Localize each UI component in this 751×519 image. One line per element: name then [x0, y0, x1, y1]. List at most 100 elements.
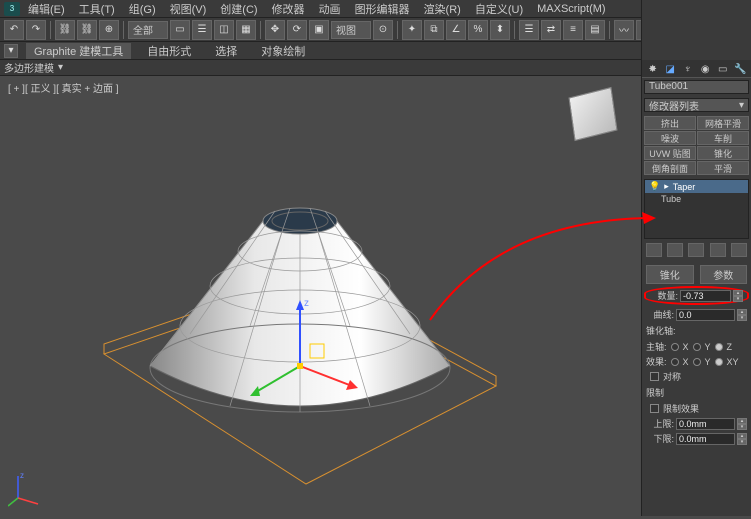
command-panel-tabs: ✸ ◪ ♆ ◉ ▭ 🔧 [642, 60, 751, 78]
amount-spinner[interactable]: -0.73 [680, 290, 731, 302]
show-end-button[interactable] [667, 243, 683, 257]
btn-bevel[interactable]: 倒角剖面 [644, 161, 696, 175]
viewcube[interactable] [565, 88, 621, 144]
menu-edit[interactable]: 编辑(E) [22, 1, 71, 17]
object-name-field[interactable]: Tube001 [644, 80, 749, 94]
curve-editor-button[interactable]: 〰 [614, 20, 634, 40]
tab-object-paint[interactable]: 对象绘制 [253, 43, 313, 59]
configure-button[interactable] [731, 243, 747, 257]
effect-xy-radio[interactable] [715, 358, 723, 366]
display-tab-icon[interactable]: ▭ [716, 62, 730, 76]
layers-button[interactable]: ▤ [585, 20, 605, 40]
window-crossing-button[interactable]: ▦ [236, 20, 256, 40]
utilities-tab-icon[interactable]: 🔧 [733, 62, 747, 76]
btn-smooth[interactable]: 平滑 [697, 161, 749, 175]
select-name-button[interactable]: ☰ [192, 20, 212, 40]
snap-button[interactable]: ⧉ [424, 20, 444, 40]
menu-maxscript[interactable]: MAXScript(M) [531, 3, 611, 15]
lower-spinner[interactable]: 0.0mm [676, 433, 735, 445]
mirror-button[interactable]: ⇄ [541, 20, 561, 40]
menu-group[interactable]: 组(G) [123, 1, 162, 17]
menu-modifiers[interactable]: 修改器 [266, 1, 311, 17]
curve-label: 曲线: [646, 308, 674, 321]
effect-x-radio[interactable] [671, 358, 679, 366]
btn-taper[interactable]: 锥化 [697, 146, 749, 160]
angle-snap-button[interactable]: ∠ [446, 20, 466, 40]
upper-row: 上限: 0.0mm ▴▾ [642, 416, 751, 431]
amount-down-icon[interactable]: ▾ [733, 296, 743, 302]
app-logo-icon[interactable]: 3 [4, 2, 20, 16]
btn-lathe[interactable]: 车削 [697, 131, 749, 145]
bulb-icon[interactable]: 💡 [649, 181, 660, 192]
modify-tab-icon[interactable]: ◪ [663, 62, 677, 76]
stack-toolbar [642, 241, 751, 259]
upper-spinner[interactable]: 0.0mm [676, 418, 735, 430]
viewport-scene: z [0, 76, 641, 516]
unlink-button[interactable]: ⛓ [77, 20, 97, 40]
create-tab-icon[interactable]: ✸ [646, 62, 660, 76]
manipulate-button[interactable]: ✦ [402, 20, 422, 40]
motion-tab-icon[interactable]: ◉ [698, 62, 712, 76]
bind-button[interactable]: ⊕ [99, 20, 119, 40]
menu-create[interactable]: 创建(C) [214, 1, 263, 17]
link-button[interactable]: ⛓ [55, 20, 75, 40]
curve-spinner[interactable]: 0.0 [676, 309, 735, 321]
named-sets-button[interactable]: ☰ [519, 20, 539, 40]
curve-down-icon[interactable]: ▾ [737, 315, 747, 321]
percent-snap-button[interactable]: % [468, 20, 488, 40]
ribbon-minimize-icon[interactable]: ▾ [4, 44, 18, 58]
menu-graph-editors[interactable]: 图形编辑器 [349, 1, 416, 17]
limit-effect-checkbox[interactable] [650, 404, 659, 413]
axis-tripod-icon: z [8, 468, 48, 508]
tab-graphite[interactable]: Graphite 建模工具 [26, 43, 131, 59]
menu-rendering[interactable]: 渲染(R) [418, 1, 467, 17]
viewport[interactable]: [ + ][ 正义 ][ 真实 + 边面 ] [0, 76, 641, 516]
effect-y-radio[interactable] [693, 358, 701, 366]
amount-row: 数量: -0.73 ▴▾ [646, 288, 747, 303]
rotate-button[interactable]: ⟳ [287, 20, 307, 40]
primary-x-radio[interactable] [671, 343, 679, 351]
lower-down-icon[interactable]: ▾ [737, 439, 747, 445]
menu-view[interactable]: 视图(V) [164, 1, 213, 17]
menu-customize[interactable]: 自定义(U) [469, 1, 529, 17]
pin-stack-button[interactable] [646, 243, 662, 257]
svg-text:z: z [304, 298, 309, 309]
btn-noise[interactable]: 噪波 [644, 131, 696, 145]
btn-meshsmooth[interactable]: 网格平滑 [697, 116, 749, 130]
stack-item-taper[interactable]: 💡 ▸ Taper [645, 180, 748, 193]
menu-tools[interactable]: 工具(T) [73, 1, 121, 17]
viewport-label[interactable]: [ + ][ 正义 ][ 真实 + 边面 ] [8, 80, 119, 95]
modifier-list-dropdown[interactable]: 修改器列表▾ [644, 98, 749, 112]
tab-selection[interactable]: 选择 [207, 43, 245, 59]
spinner-snap-button[interactable]: ⬍ [490, 20, 510, 40]
menu-animation[interactable]: 动画 [313, 1, 347, 17]
undo-button[interactable]: ↶ [4, 20, 24, 40]
symmetric-checkbox[interactable] [650, 372, 659, 381]
scale-button[interactable]: ▣ [309, 20, 329, 40]
unique-button[interactable] [688, 243, 704, 257]
lower-label: 下限: [646, 432, 674, 445]
effect-axis-row: 效果: X Y XY [642, 354, 751, 369]
redo-button[interactable]: ↷ [26, 20, 46, 40]
ref-coord-dropdown[interactable]: 视图 [331, 21, 371, 39]
primary-z-radio[interactable] [715, 343, 723, 351]
hierarchy-tab-icon[interactable]: ♆ [681, 62, 695, 76]
tab-freeform[interactable]: 自由形式 [139, 43, 199, 59]
select-button[interactable]: ▭ [170, 20, 190, 40]
taper-axis-label: 锥化轴: [642, 322, 751, 339]
stack-item-tube[interactable]: Tube [645, 193, 748, 205]
move-button[interactable]: ✥ [265, 20, 285, 40]
selection-filter-dropdown[interactable]: 全部 [128, 21, 168, 39]
rollout-taper-head[interactable]: 锥化 [646, 265, 694, 284]
modifier-stack[interactable]: 💡 ▸ Taper Tube [644, 179, 749, 239]
align-button[interactable]: ≡ [563, 20, 583, 40]
upper-down-icon[interactable]: ▾ [737, 424, 747, 430]
ribbon-panel-label: 多边形建模▾ [0, 60, 751, 76]
rollout-params-head[interactable]: 参数 [700, 265, 748, 284]
remove-mod-button[interactable] [710, 243, 726, 257]
primary-y-radio[interactable] [693, 343, 701, 351]
btn-extrude[interactable]: 挤出 [644, 116, 696, 130]
pivot-button[interactable]: ⊙ [373, 20, 393, 40]
btn-uvw[interactable]: UVW 贴图 [644, 146, 696, 160]
select-region-button[interactable]: ◫ [214, 20, 234, 40]
